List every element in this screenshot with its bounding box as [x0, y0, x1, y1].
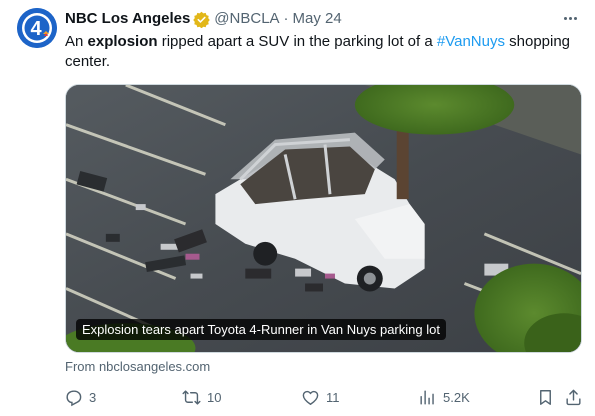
avatar-text: 4 [30, 18, 42, 40]
media-caption: Explosion tears apart Toyota 4-Runner in… [76, 319, 446, 340]
avatar[interactable]: 4 [17, 8, 57, 48]
views-button[interactable]: 5.2K [418, 385, 470, 409]
like-button[interactable]: 11 [301, 385, 340, 409]
tweet-date[interactable]: May 24 [293, 9, 342, 29]
more-options-icon[interactable] [559, 9, 581, 27]
retweet-icon [182, 389, 201, 405]
views-count: 5.2K [443, 389, 470, 405]
media-image[interactable]: Explosion tears apart Toyota 4-Runner in… [65, 84, 582, 353]
tweet-text: An explosion ripped apart a SUV in the p… [65, 32, 585, 72]
hashtag-link[interactable]: #VanNuys [437, 33, 505, 50]
author-handle[interactable]: @NBCLA [214, 9, 279, 29]
tweet-actions: 3 10 11 5.2K [58, 385, 588, 409]
retweet-count: 10 [207, 389, 222, 405]
reply-count: 3 [89, 389, 97, 405]
reply-icon [66, 389, 82, 406]
separator-dot: · [283, 10, 289, 27]
author-name[interactable]: NBC Los Angeles [65, 9, 190, 29]
retweet-button[interactable]: 10 [182, 385, 221, 409]
share-icon [566, 389, 581, 405]
heart-icon [302, 390, 319, 405]
share-button[interactable] [564, 385, 583, 409]
link-source[interactable]: From nbclosangeles.com [65, 358, 210, 376]
nbc-logo-icon: 4 [17, 8, 57, 48]
tweet-card[interactable]: 4 NBC Los Angeles @NBCLA · May 24 An exp… [0, 0, 595, 416]
tweet-header: NBC Los Angeles @NBCLA · May 24 [65, 9, 342, 29]
parking-lot-photo [66, 85, 581, 352]
tweet-text-part: ripped apart a SUV in the parking lot of… [157, 33, 437, 50]
tweet-text-part: An [65, 33, 88, 50]
views-chart-icon [420, 389, 434, 405]
bookmark-button[interactable] [536, 385, 555, 409]
tweet-text-bold: explosion [87, 33, 158, 50]
reply-button[interactable]: 3 [64, 385, 96, 409]
bookmark-icon [540, 389, 551, 405]
gold-check-icon[interactable] [193, 11, 211, 28]
like-count: 11 [326, 389, 340, 405]
